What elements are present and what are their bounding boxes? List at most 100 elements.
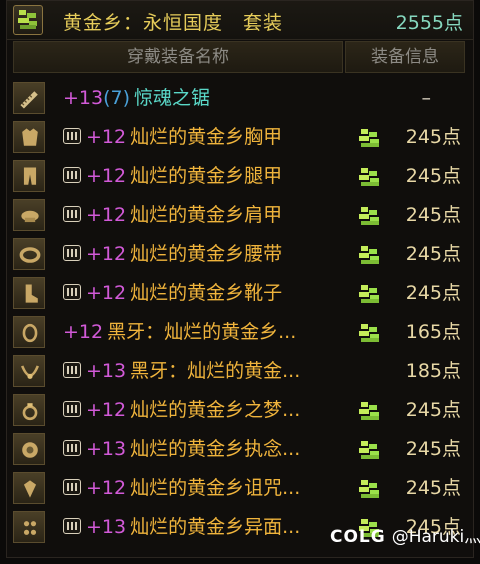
equipment-points: 185点	[405, 360, 461, 382]
equipment-points: 245点	[405, 204, 461, 226]
equipment-info[interactable]: +12 灿烂的黄金乡诅咒...	[63, 469, 300, 508]
equipment-info[interactable]: +12 灿烂的黄金乡之梦...	[63, 391, 300, 430]
equipment-row[interactable]: +12 灿烂的黄金乡诅咒... 245点	[7, 469, 473, 508]
reinforce-level: +12	[86, 165, 127, 187]
reinforce-level: +13	[86, 360, 127, 382]
equipment-points: –	[421, 87, 432, 109]
set-mark-icon	[357, 401, 383, 421]
watermark-brand: COLG	[330, 527, 386, 547]
reinforce-level: +13	[86, 438, 127, 460]
equipment-row[interactable]: +12 灿烂的黄金乡之梦... 245点	[7, 391, 473, 430]
equipment-name: 灿烂的黄金乡执念...	[130, 438, 301, 460]
equipment-row[interactable]: +12 灿烂的黄金乡腿甲 245点	[7, 157, 473, 196]
reinforce-level: +12	[86, 399, 127, 421]
equipment-info[interactable]: +12 灿烂的黄金乡腰带	[63, 235, 282, 274]
equipment-name: 灿烂的黄金乡胸甲	[130, 126, 283, 148]
equipment-row[interactable]: +13 灿烂的黄金乡执念... 245点	[7, 430, 473, 469]
equipment-info[interactable]: +13(7) 惊魂之锯	[63, 79, 210, 118]
reinforce-level: +12	[86, 243, 127, 265]
reinforce-level: +12	[86, 282, 127, 304]
equipment-points: 245点	[405, 126, 461, 148]
slot-badge-icon	[63, 206, 81, 222]
equipment-points: 165点	[405, 321, 461, 343]
bracelet-icon[interactable]	[13, 316, 45, 348]
slot-badge-icon	[63, 362, 81, 378]
set-icon[interactable]	[13, 5, 43, 35]
slot-badge-icon	[63, 128, 81, 144]
slot-badge-icon	[63, 245, 81, 261]
support-icon[interactable]	[13, 433, 45, 465]
equipment-info[interactable]: +12 灿烂的黄金乡腿甲	[63, 157, 282, 196]
belt-icon[interactable]	[13, 238, 45, 270]
equipment-row[interactable]: +13(7) 惊魂之锯 –	[7, 79, 473, 118]
equipment-info[interactable]: +13 灿烂的黄金乡执念...	[63, 430, 300, 469]
equipment-name: 黑牙：灿烂的黄金乡...	[107, 321, 297, 343]
slot-badge-icon	[63, 167, 81, 183]
watermark: COLG @Haruki灬	[330, 522, 480, 547]
equipment-info[interactable]: +13 灿烂的黄金乡异面...	[63, 508, 300, 547]
necklace-icon[interactable]	[13, 355, 45, 387]
set-mark-icon	[357, 167, 383, 187]
amplify-level: (7)	[103, 87, 131, 109]
set-mark-icon	[357, 440, 383, 460]
equipment-name: 灿烂的黄金乡靴子	[130, 282, 283, 304]
equipment-name: 灿烂的黄金乡腿甲	[130, 165, 283, 187]
equipment-points: 245点	[405, 438, 461, 460]
equipment-points: 245点	[405, 477, 461, 499]
equipment-points: 245点	[405, 243, 461, 265]
equipment-points: 245点	[405, 282, 461, 304]
equipment-row[interactable]: +12 灿烂的黄金乡腰带 245点	[7, 235, 473, 274]
slot-badge-icon	[63, 479, 81, 495]
set-mark-icon	[357, 206, 383, 226]
column-header-info: 装备信息	[345, 41, 465, 73]
column-header-name: 穿戴装备名称	[13, 41, 343, 73]
equipment-points: 245点	[405, 399, 461, 421]
earring-icon[interactable]	[13, 511, 45, 543]
reinforce-level: +12	[86, 204, 127, 226]
reinforce-level: +13	[63, 87, 104, 109]
set-mark-icon	[357, 284, 383, 304]
equipment-row[interactable]: +12 黑牙：灿烂的黄金乡... 165点	[7, 313, 473, 352]
set-total-points: 2555点	[395, 12, 463, 34]
reinforce-level: +12	[86, 477, 127, 499]
boots-icon[interactable]	[13, 277, 45, 309]
equipment-name: 灿烂的黄金乡之梦...	[130, 399, 301, 421]
chest-armor-icon[interactable]	[13, 121, 45, 153]
equipment-info[interactable]: +12 灿烂的黄金乡肩甲	[63, 196, 282, 235]
equipment-name: 灿烂的黄金乡异面...	[130, 516, 301, 538]
set-mark-icon	[357, 245, 383, 265]
equipment-name: 灿烂的黄金乡肩甲	[130, 204, 283, 226]
ring-icon[interactable]	[13, 394, 45, 426]
equipment-name: 惊魂之锯	[134, 87, 211, 109]
equipment-info[interactable]: +12 灿烂的黄金乡胸甲	[63, 118, 282, 157]
magic-stone-icon[interactable]	[13, 472, 45, 504]
slot-badge-icon	[63, 518, 81, 534]
reinforce-level: +13	[86, 516, 127, 538]
equipment-info[interactable]: +13 黑牙：灿烂的黄金...	[63, 352, 300, 391]
set-header: 黄金乡：永恒国度 套装 2555点	[7, 1, 473, 40]
watermark-user: @Haruki灬	[391, 527, 480, 547]
slot-badge-icon	[63, 440, 81, 456]
equipment-info[interactable]: +12 黑牙：灿烂的黄金乡...	[63, 313, 296, 352]
set-mark-icon	[357, 479, 383, 499]
equipment-name: 灿烂的黄金乡腰带	[130, 243, 283, 265]
set-mark-icon	[357, 128, 383, 148]
equipment-row[interactable]: +12 灿烂的黄金乡胸甲 245点	[7, 118, 473, 157]
set-title: 黄金乡：永恒国度 套装	[63, 12, 284, 34]
shoulder-armor-icon[interactable]	[13, 199, 45, 231]
equipment-row[interactable]: +13 黑牙：灿烂的黄金... 185点	[7, 352, 473, 391]
saw-weapon-icon[interactable]	[13, 82, 45, 114]
equipment-row[interactable]: +12 灿烂的黄金乡靴子 245点	[7, 274, 473, 313]
equipment-info[interactable]: +12 灿烂的黄金乡靴子	[63, 274, 282, 313]
equipment-points: 245点	[405, 165, 461, 187]
equipment-name: 黑牙：灿烂的黄金...	[130, 360, 301, 382]
equipment-set-panel: 黄金乡：永恒国度 套装 2555点 穿戴装备名称 装备信息 +13(7) 惊魂之锯…	[6, 0, 474, 558]
reinforce-level: +12	[86, 126, 127, 148]
reinforce-level: +12	[63, 321, 104, 343]
legs-armor-icon[interactable]	[13, 160, 45, 192]
equipment-list: +13(7) 惊魂之锯 – +12 灿烂的黄金乡胸甲 245点 +12 灿烂的黄金乡腿甲 245…	[7, 79, 473, 547]
slot-badge-icon	[63, 284, 81, 300]
slot-badge-icon	[63, 401, 81, 417]
equipment-row[interactable]: +12 灿烂的黄金乡肩甲 245点	[7, 196, 473, 235]
set-mark-icon	[357, 323, 383, 343]
